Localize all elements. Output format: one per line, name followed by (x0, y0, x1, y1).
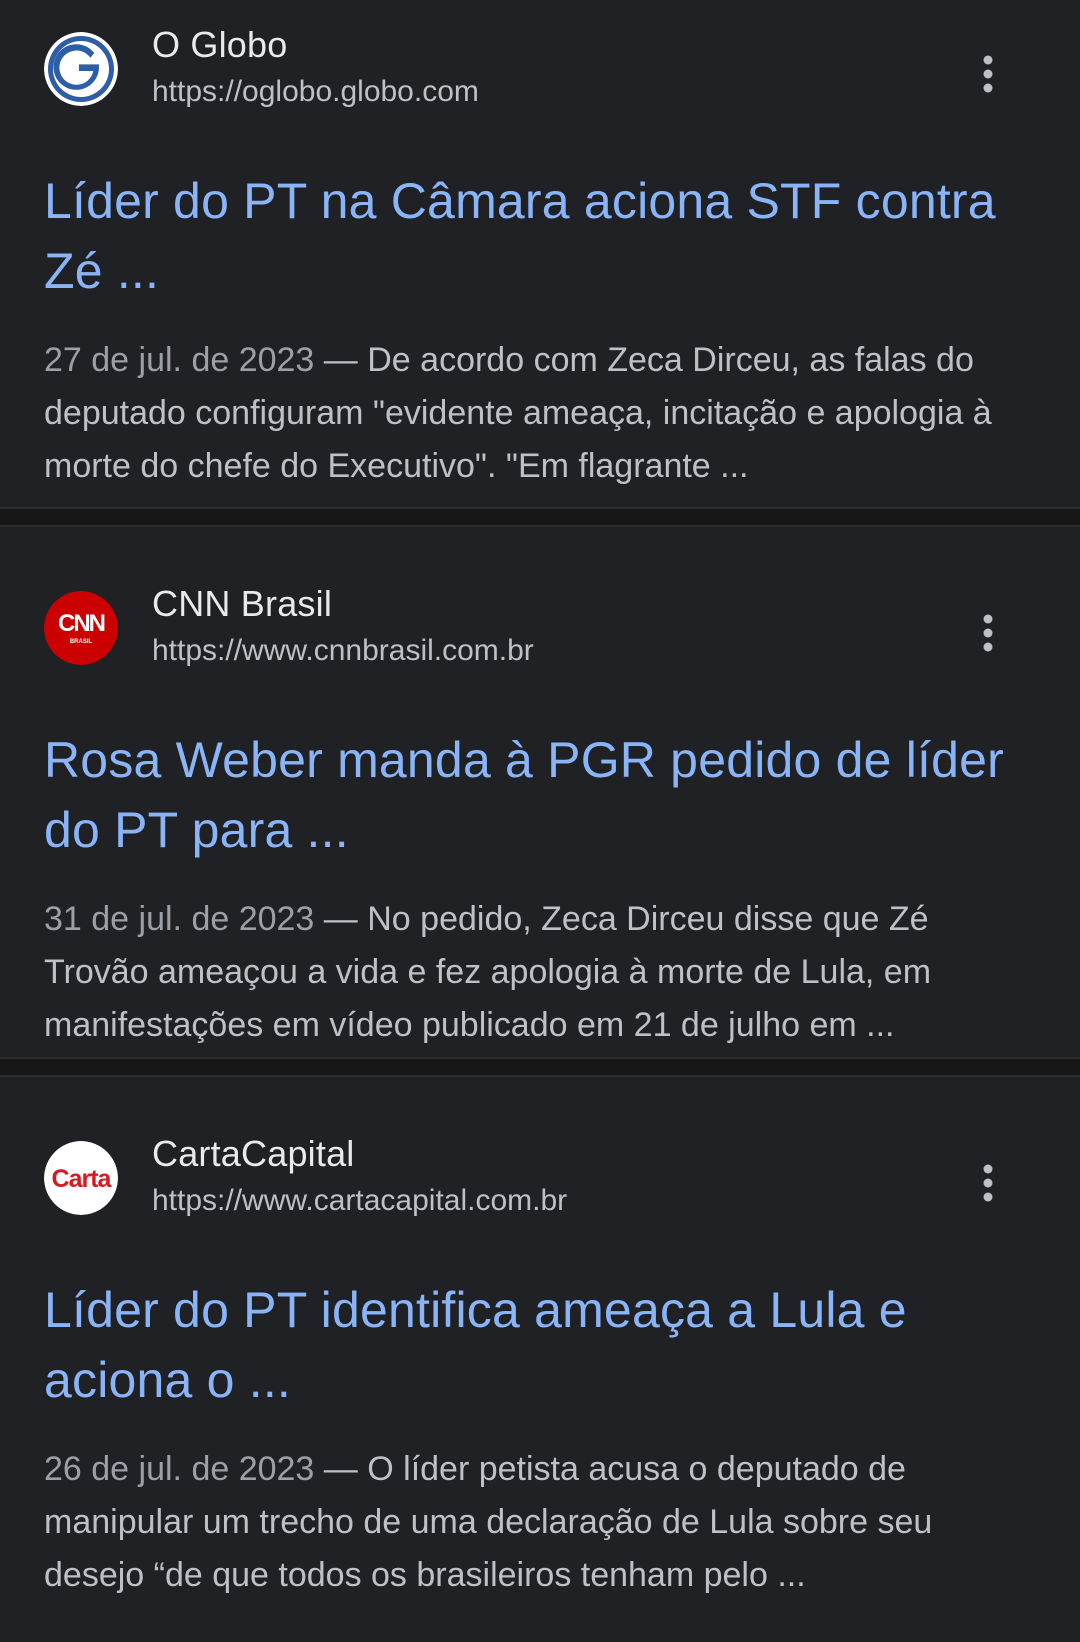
more-options-button[interactable] (966, 48, 1010, 100)
svg-text:BRASIL: BRASIL (70, 639, 93, 645)
result-source[interactable]: CNN BRASIL CNN Brasil https://www.cnnbra… (44, 581, 1036, 681)
result-divider (0, 507, 1080, 527)
search-results-list: O Globo https://oglobo.globo.com Líder d… (0, 0, 1080, 1642)
source-url: https://www.cartacapital.com.br (152, 1184, 568, 1217)
result-title-link[interactable]: Líder do PT identifica ameaça a Lula e a… (44, 1275, 1004, 1415)
source-url: https://oglobo.globo.com (152, 75, 479, 108)
more-vert-icon (983, 1164, 993, 1202)
result-source[interactable]: Carta CartaCapital https://www.cartacapi… (44, 1131, 1036, 1231)
snippet-separator: — (314, 900, 368, 938)
source-name: CNN Brasil (152, 583, 333, 624)
more-vert-icon (983, 55, 993, 93)
snippet-separator: — (314, 341, 368, 379)
more-vert-icon (983, 614, 993, 652)
result-date: 31 de jul. de 2023 (44, 900, 315, 938)
source-url: https://www.cnnbrasil.com.br (152, 634, 534, 667)
result-card: Carta CartaCapital https://www.cartacapi… (0, 1077, 1080, 1642)
cartacapital-logo-icon: Carta (44, 1141, 118, 1215)
result-source[interactable]: O Globo https://oglobo.globo.com (44, 22, 1036, 122)
result-snippet: 27 de jul. de 2023 — De acordo com Zeca … (44, 334, 1034, 493)
source-text: CartaCapital https://www.cartacapital.co… (152, 1131, 567, 1221)
result-date: 26 de jul. de 2023 (44, 1450, 315, 1488)
result-title-link[interactable]: Líder do PT na Câmara aciona STF contra … (44, 166, 1004, 306)
svg-text:CNN: CNN (58, 610, 105, 637)
result-divider (0, 1057, 1080, 1077)
snippet-separator: — (314, 1450, 368, 1488)
result-date: 27 de jul. de 2023 (44, 341, 315, 379)
source-name: CartaCapital (152, 1133, 355, 1174)
result-card: CNN BRASIL CNN Brasil https://www.cnnbra… (0, 527, 1080, 1057)
more-options-button[interactable] (966, 607, 1010, 659)
svg-text:Carta: Carta (52, 1165, 113, 1193)
result-card: O Globo https://oglobo.globo.com Líder d… (0, 0, 1080, 507)
result-title-link[interactable]: Rosa Weber manda à PGR pedido de líder d… (44, 725, 1004, 865)
result-snippet: 26 de jul. de 2023 — O líder petista acu… (44, 1443, 1034, 1602)
source-name: O Globo (152, 24, 288, 65)
source-text: O Globo https://oglobo.globo.com (152, 22, 479, 112)
result-snippet: 31 de jul. de 2023 — No pedido, Zeca Dir… (44, 893, 1034, 1052)
cnn-brasil-logo-icon: CNN BRASIL (44, 591, 118, 665)
source-text: CNN Brasil https://www.cnnbrasil.com.br (152, 581, 534, 671)
more-options-button[interactable] (966, 1157, 1010, 1209)
o-globo-logo-icon (44, 32, 118, 106)
